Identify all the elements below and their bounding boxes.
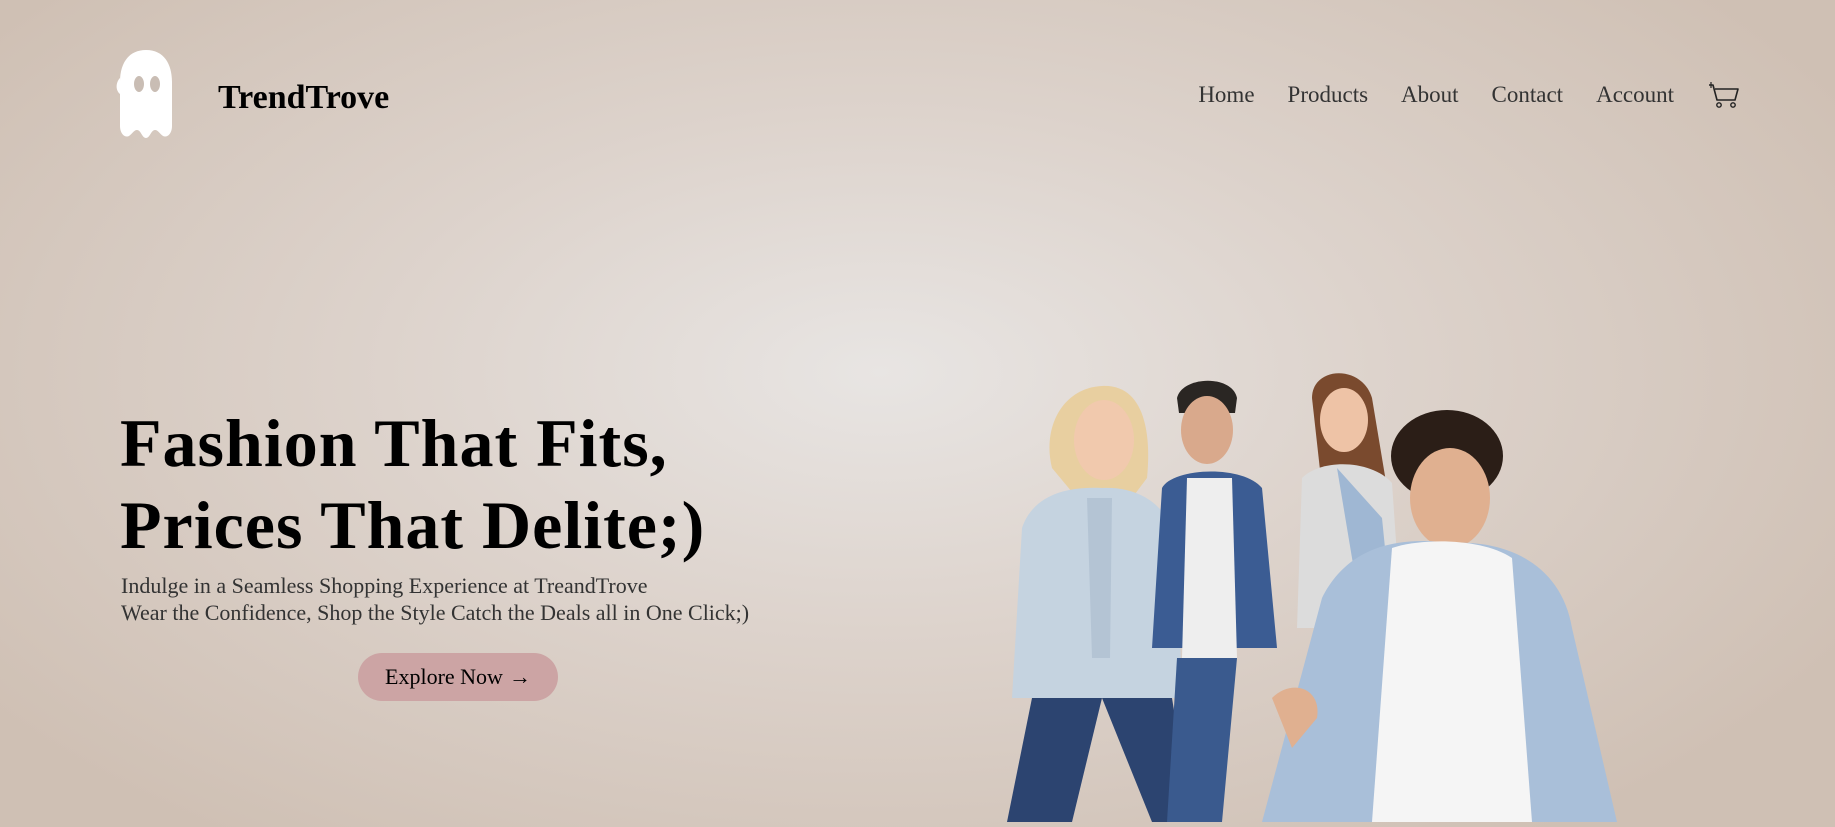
nav-home[interactable]: Home	[1198, 80, 1254, 110]
models-illustration	[1007, 373, 1617, 822]
hero-subtitle-line-2: Wear the Confidence, Shop the Style Catc…	[121, 600, 750, 625]
hero-subtitle-line-1: Indulge in a Seamless Shopping Experienc…	[121, 573, 648, 598]
explore-now-button[interactable]: Explore Now →	[358, 653, 558, 701]
nav-products[interactable]: Products	[1288, 80, 1369, 110]
cart-button[interactable]	[1707, 80, 1741, 110]
logo[interactable]	[115, 48, 177, 142]
nav-about[interactable]: About	[1401, 80, 1459, 110]
hero-subtitle: Indulge in a Seamless Shopping Experienc…	[121, 572, 821, 626]
brand-name[interactable]: TrendTrove	[218, 78, 389, 118]
arrow-right-icon: →	[508, 664, 531, 689]
nav-contact[interactable]: Contact	[1492, 80, 1564, 110]
hero-image	[992, 368, 1652, 822]
cart-icon	[1709, 82, 1739, 108]
explore-now-label: Explore Now	[385, 664, 503, 689]
hero-title-line-2: Prices That Delite;)	[120, 487, 706, 563]
hero-title: Fashion That Fits, Prices That Delite;)	[120, 402, 860, 566]
nav-account[interactable]: Account	[1596, 80, 1674, 110]
ghost-icon	[116, 50, 172, 138]
hero-title-line-1: Fashion That Fits,	[120, 405, 668, 481]
main-nav: Home Products About Contact Account	[1198, 80, 1741, 110]
